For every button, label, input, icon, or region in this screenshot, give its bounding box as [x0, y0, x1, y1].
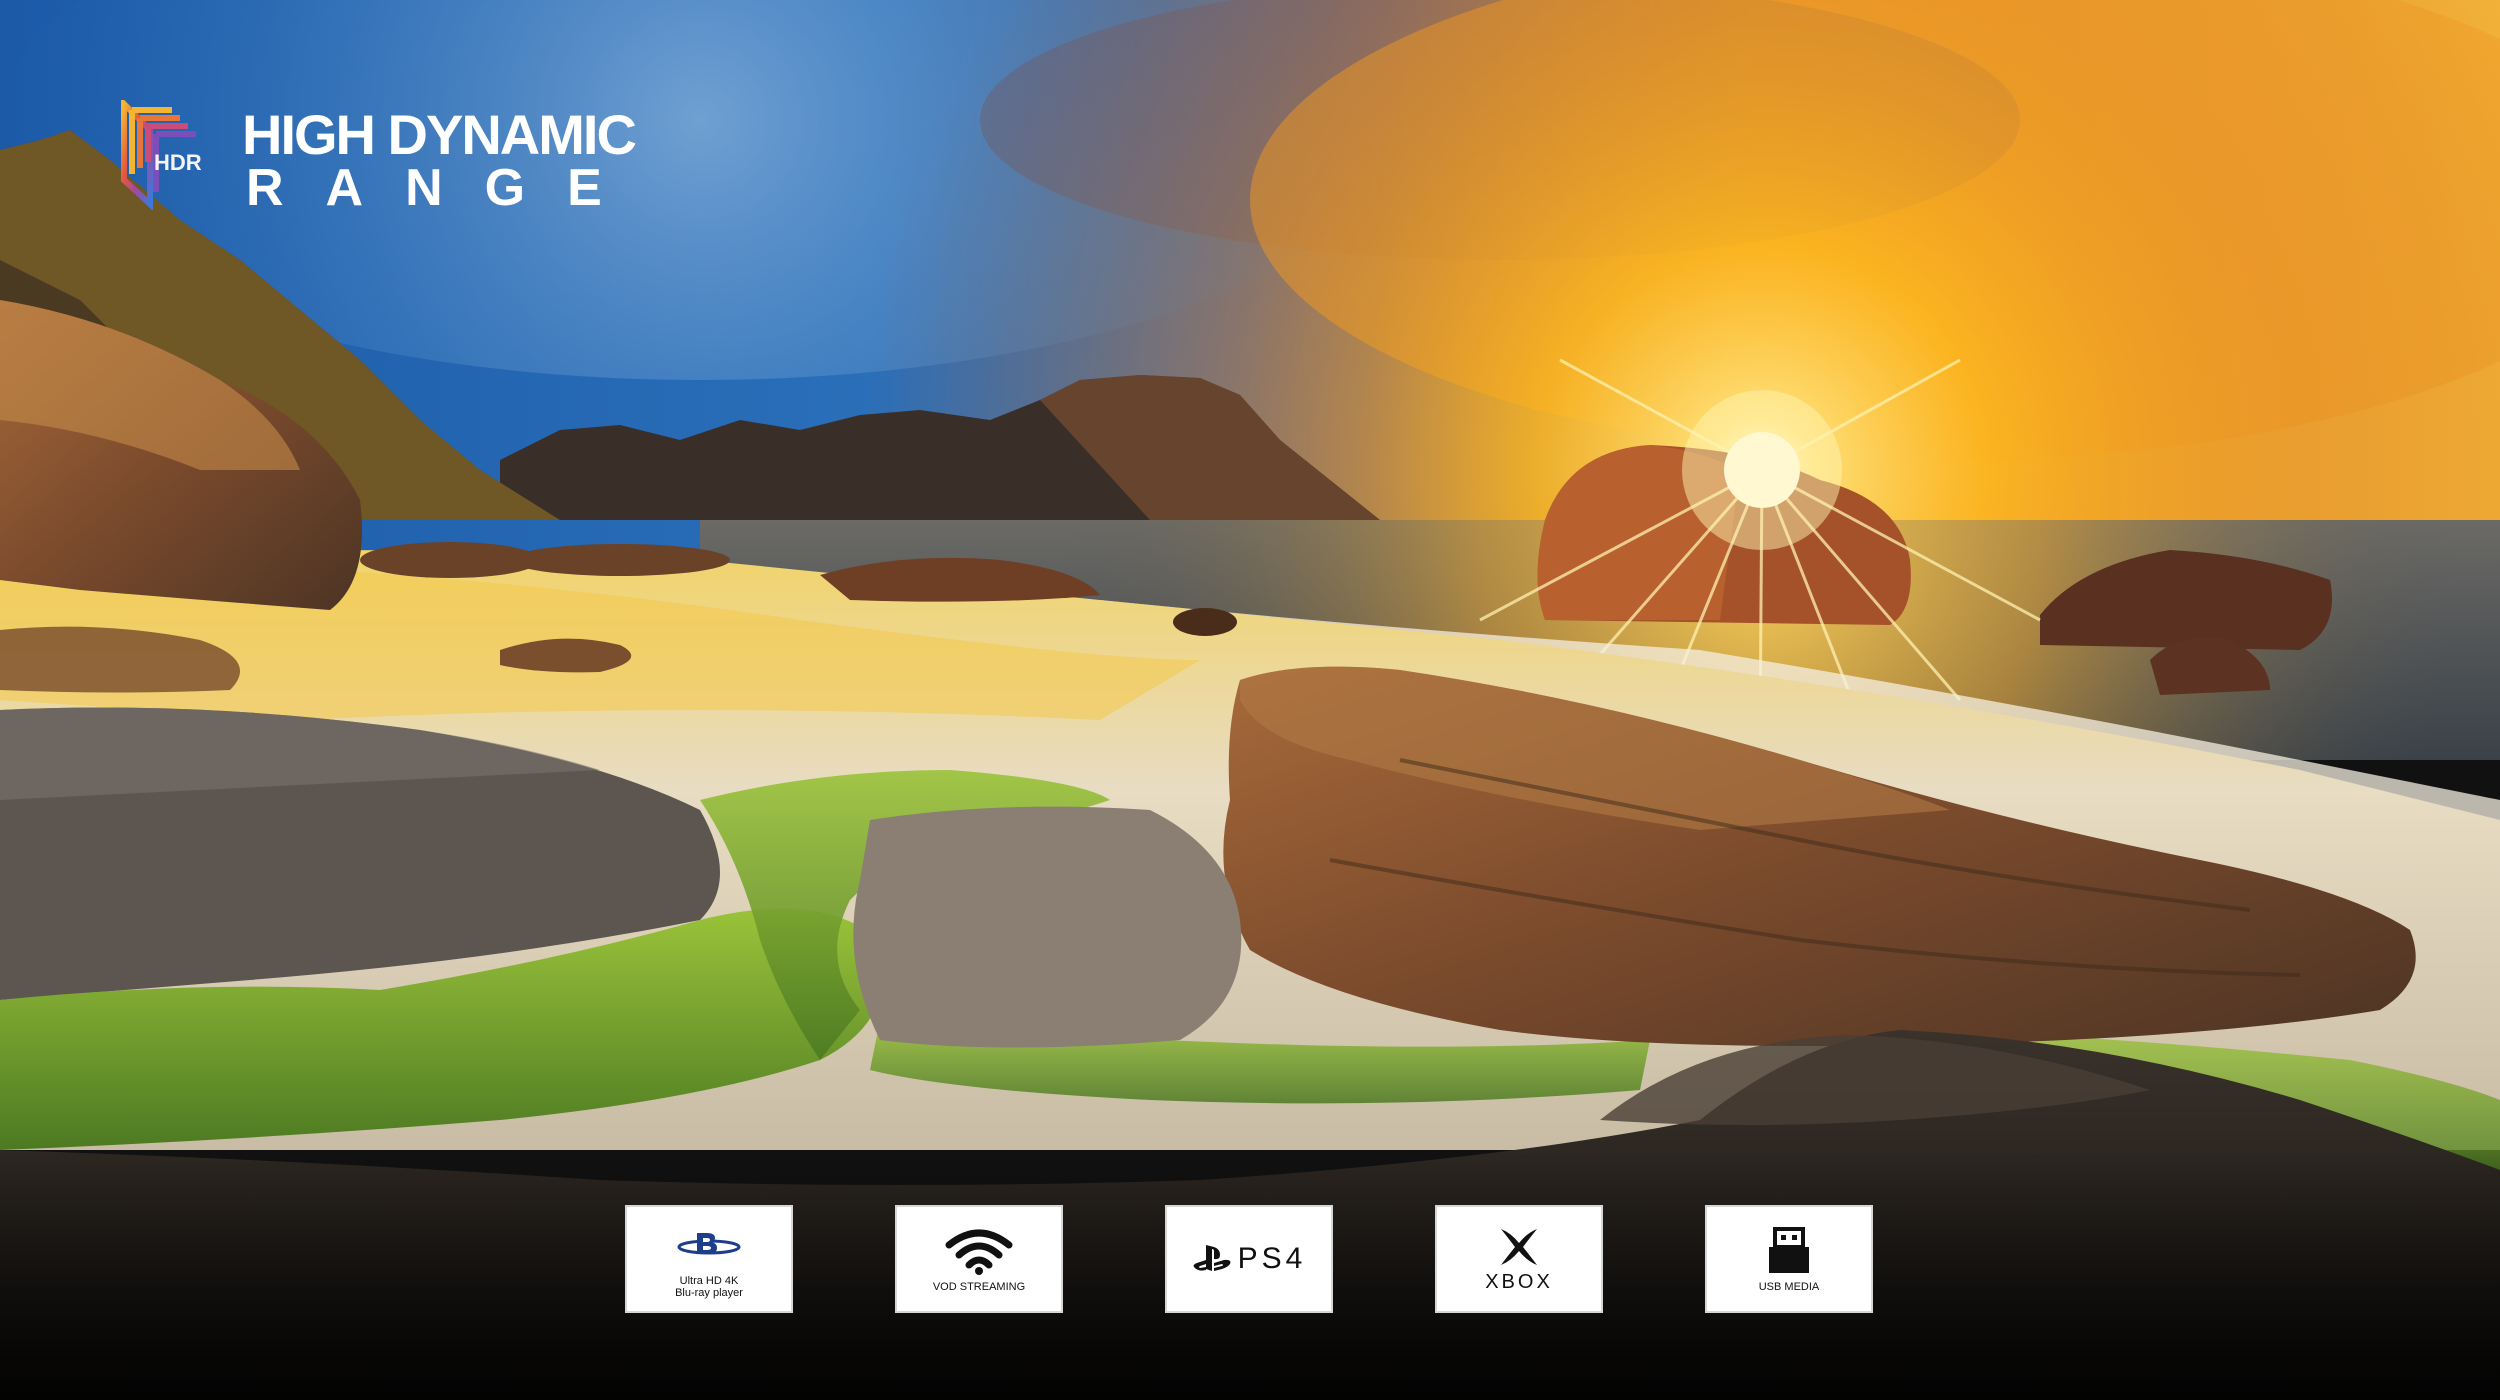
source-label: VOD STREAMING [932, 1281, 1026, 1293]
source-label-line2: Blu-ray player [675, 1287, 743, 1299]
ps4-wordmark: PS4 [1237, 1242, 1307, 1275]
bluray-disc-icon [649, 1219, 769, 1271]
hdr-badge-icon: HDR [120, 96, 220, 211]
source-tile-vod-streaming[interactable]: VOD STREAMING [895, 1205, 1063, 1313]
xbox-icon [1459, 1225, 1579, 1269]
source-tile-bluray[interactable]: Ultra HD 4K Blu-ray player [625, 1205, 793, 1313]
source-tiles-row: Ultra HD 4K Blu-ray player VOD STREAMING… [625, 1205, 1875, 1313]
source-label: USB MEDIA [1758, 1281, 1820, 1293]
source-label: XBOX [1485, 1271, 1553, 1293]
source-tile-ps4[interactable]: PS4 [1165, 1205, 1333, 1313]
hdr-logo: HDR HIGH DYNAMIC RANGE [120, 96, 640, 220]
source-label: Ultra HD 4K [679, 1275, 739, 1287]
hdr-title-line2: RANGE [246, 159, 644, 217]
hdr-badge-text: HDR [154, 150, 202, 175]
wifi-icon [919, 1225, 1039, 1277]
usb-icon [1729, 1225, 1849, 1277]
source-tile-xbox[interactable]: XBOX [1435, 1205, 1603, 1313]
playstation-icon: PS4 [1174, 1233, 1324, 1285]
source-tile-usb-media[interactable]: USB MEDIA [1705, 1205, 1873, 1313]
